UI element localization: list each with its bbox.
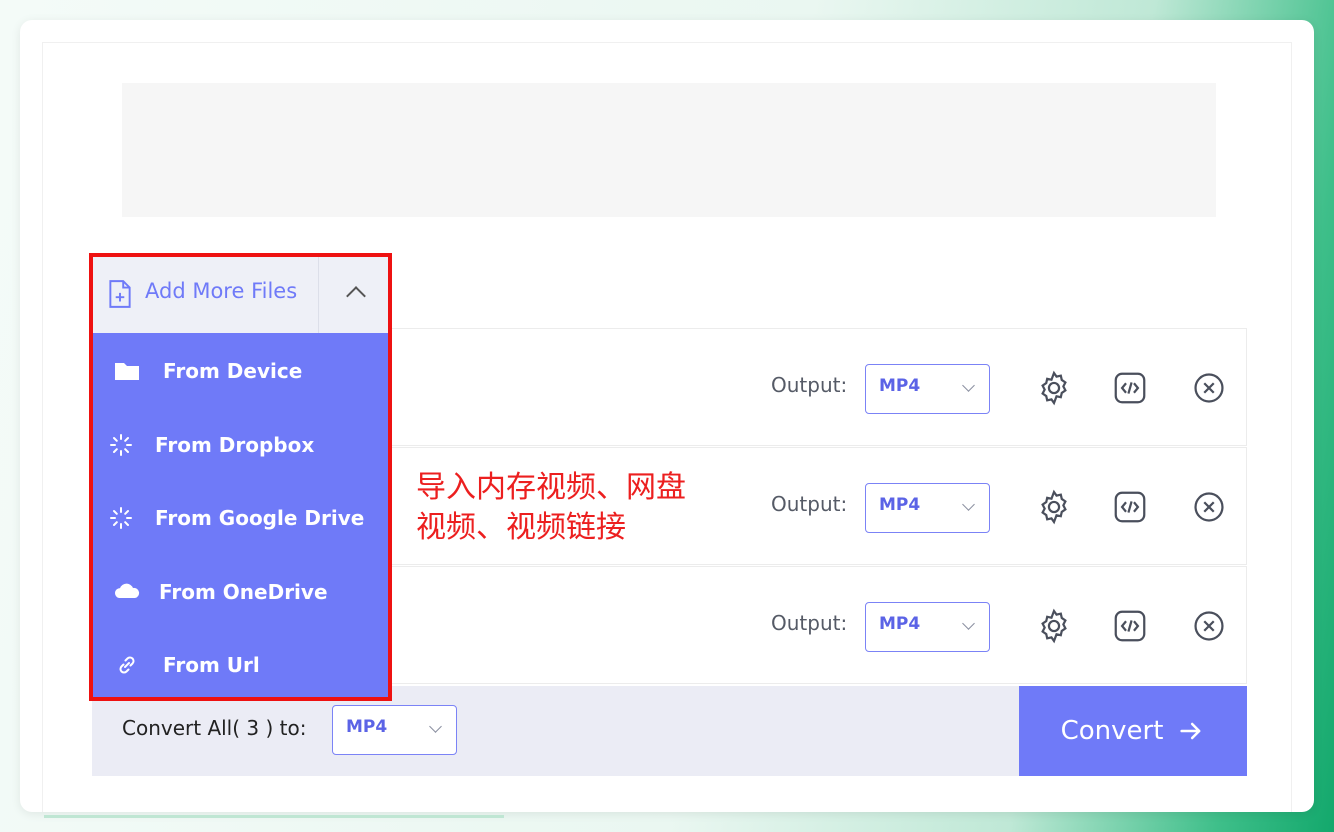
gear-icon [1041,608,1067,644]
close-circle-icon [1194,373,1224,403]
settings-button[interactable] [1035,488,1073,526]
menu-item-from-onedrive[interactable]: From OneDrive [93,560,388,620]
link-icon [119,656,135,674]
add-files-dropdown: Add More Files From Device From Dropbox … [89,253,392,701]
output-format-select[interactable]: MP4 [865,602,990,652]
settings-button[interactable] [1035,607,1073,645]
output-label: Output: [771,373,848,397]
annotation-line-1: 导入内存视频、网盘 [416,470,686,505]
menu-item-from-url[interactable]: From Url [93,633,388,693]
add-files-menu: From Device From Dropbox From Google Dri… [93,333,388,697]
divider-line [44,815,504,818]
menu-item-label: From OneDrive [159,580,328,604]
output-label: Output: [771,611,848,635]
annotation-text: 导入内存视频、网盘 视频、视频链接 [416,468,686,548]
loading-spinner-icon [110,507,132,529]
embed-code-button[interactable] [1111,607,1149,645]
file-add-icon [109,280,131,308]
remove-file-button[interactable] [1190,369,1228,407]
loading-spinner-icon [110,434,132,456]
menu-item-label: From Google Drive [155,506,365,530]
gear-icon [1041,370,1067,406]
add-more-files-label: Add More Files [145,279,298,303]
output-format-value: MP4 [879,614,921,634]
ad-banner-placeholder [122,83,1216,217]
remove-file-button[interactable] [1190,607,1228,645]
menu-item-label: From Url [163,653,260,677]
settings-button[interactable] [1035,369,1073,407]
folder-icon [115,363,139,380]
menu-item-from-device[interactable]: From Device [93,339,388,399]
code-icon [1114,610,1146,642]
arrow-right-icon [1180,722,1201,740]
menu-item-label: From Dropbox [155,433,315,457]
close-circle-icon [1194,492,1224,522]
menu-item-from-dropbox[interactable]: From Dropbox [93,413,388,473]
cloud-icon [114,583,140,598]
gear-icon [1041,489,1067,525]
chevron-down-icon [429,720,442,733]
menu-item-label: From Device [163,359,303,383]
output-format-select[interactable]: MP4 [865,483,990,533]
output-label: Output: [771,492,848,516]
output-format-select[interactable]: MP4 [865,364,990,414]
chevron-down-icon [962,617,975,630]
chevron-down-icon [962,498,975,511]
chevron-down-icon [962,379,975,392]
code-icon [1114,372,1146,404]
menu-item-from-google-drive[interactable]: From Google Drive [93,486,388,546]
annotation-line-2: 视频、视频链接 [416,510,626,545]
convert-all-format-value: MP4 [346,717,388,737]
embed-code-button[interactable] [1111,488,1149,526]
convert-button-label: Convert [1060,716,1164,746]
remove-file-button[interactable] [1190,488,1228,526]
convert-button[interactable]: Convert [1019,686,1247,776]
add-more-files-button[interactable]: Add More Files [93,257,388,333]
convert-all-format-select[interactable]: MP4 [332,705,457,755]
chevron-up-icon[interactable] [346,286,366,306]
divider [318,257,319,333]
code-icon [1114,491,1146,523]
output-format-value: MP4 [879,495,921,515]
close-circle-icon [1194,611,1224,641]
convert-all-label: Convert All( 3 ) to: [122,716,307,740]
output-format-value: MP4 [879,376,921,396]
embed-code-button[interactable] [1111,369,1149,407]
